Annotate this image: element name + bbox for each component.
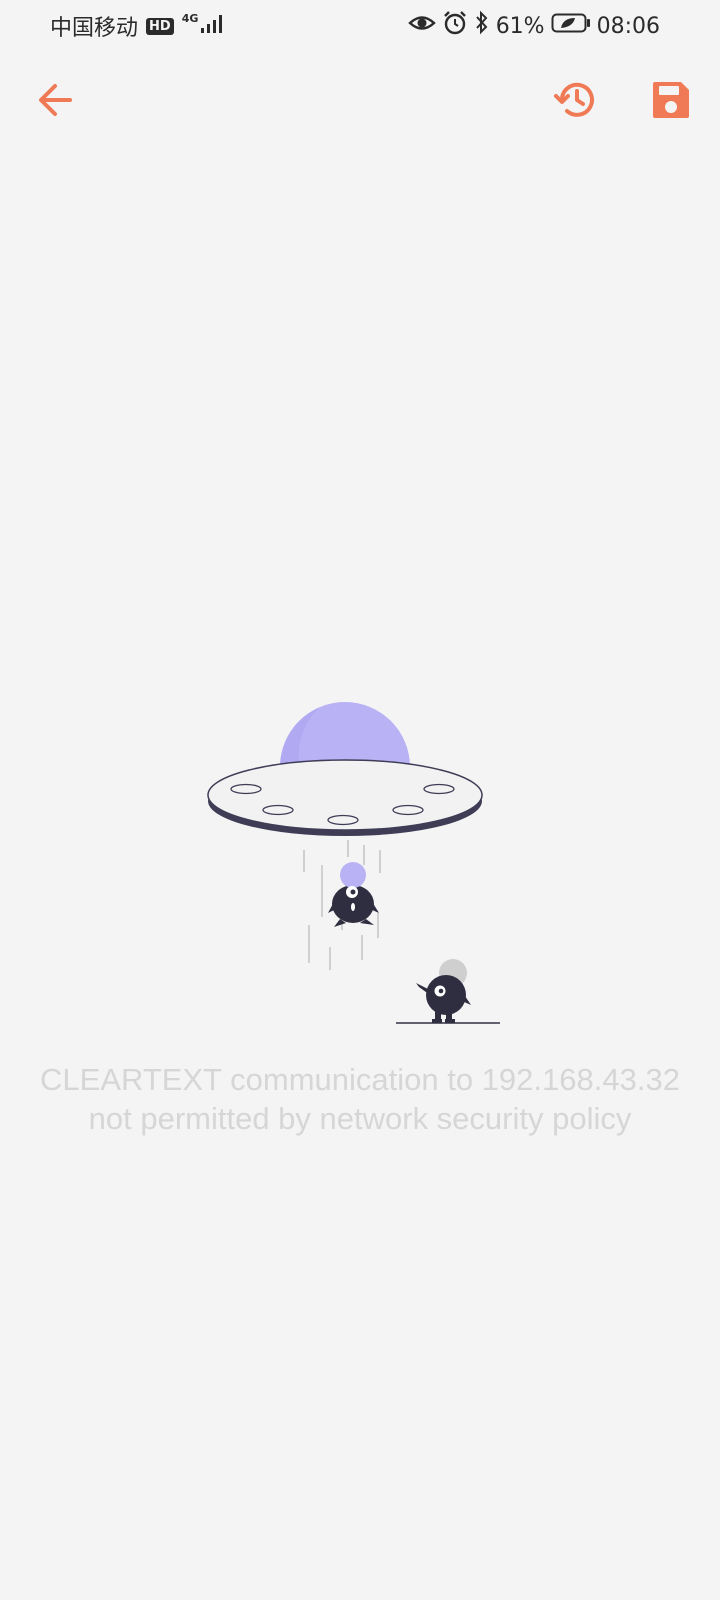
status-left-group: 中国移动 HD 4G <box>50 10 226 42</box>
battery-icon <box>551 12 591 40</box>
history-button[interactable] <box>548 74 604 130</box>
carrier-name: 中国移动 <box>50 16 139 41</box>
battery-percent: 61% <box>495 13 545 39</box>
app-bar <box>0 60 720 144</box>
back-button[interactable] <box>27 74 83 130</box>
alarm-icon <box>442 10 468 42</box>
status-bar: 中国移动 HD 4G 61% 08:06 <box>0 0 720 50</box>
eye-icon <box>407 12 436 40</box>
hd-badge: HD <box>146 17 174 35</box>
error-message: CLEARTEXT communication to 192.168.43.32… <box>40 1062 680 1136</box>
history-icon <box>554 78 598 127</box>
clock-time: 08:06 <box>596 13 660 39</box>
status-right-group: 61% 08:06 <box>407 10 660 42</box>
network-type: 4G <box>181 11 199 25</box>
signal-strength-icon <box>200 12 226 40</box>
arrow-back-icon <box>35 80 75 125</box>
ufo-illustration <box>200 695 510 1035</box>
bluetooth-icon <box>474 10 490 42</box>
save-button[interactable] <box>643 74 699 130</box>
save-icon <box>651 80 691 125</box>
